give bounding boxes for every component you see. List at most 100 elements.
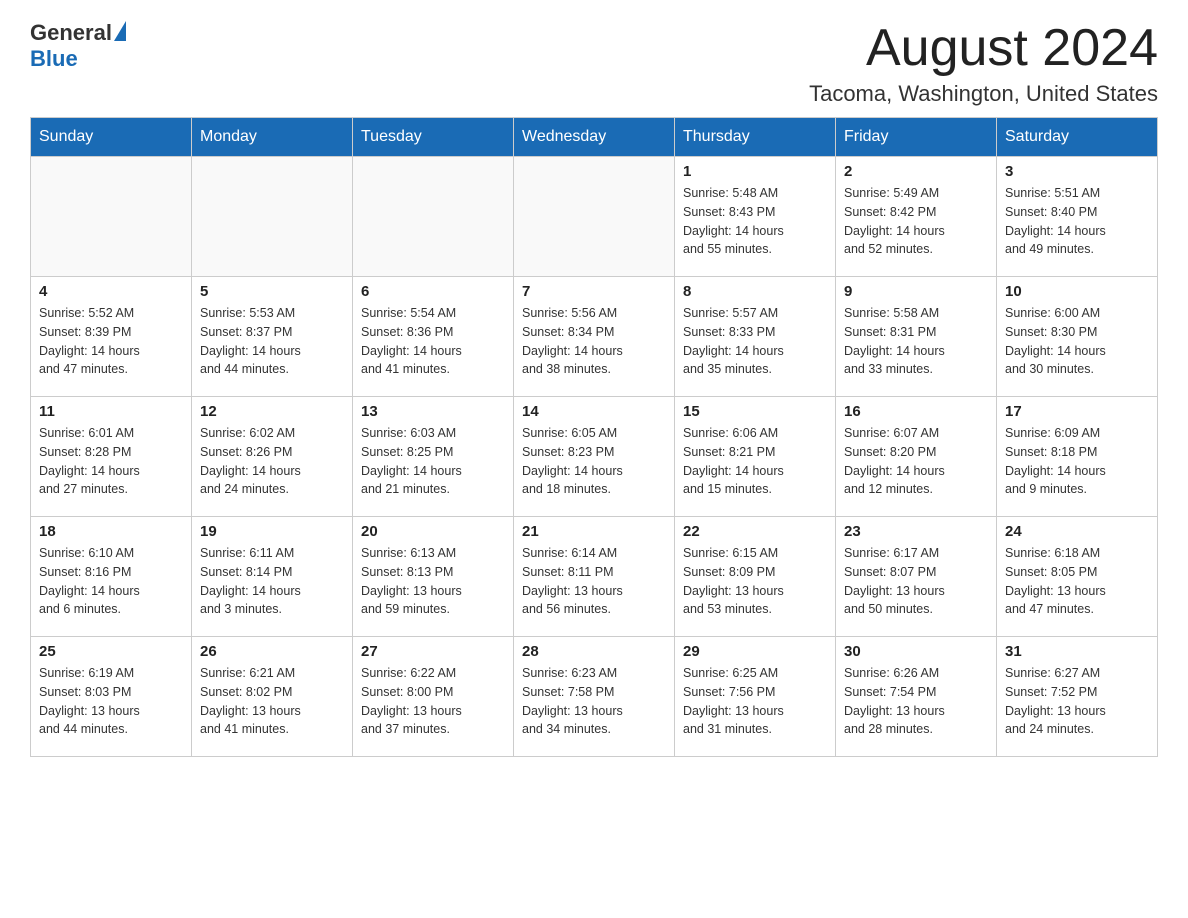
day-number: 29 bbox=[683, 643, 827, 660]
day-info: Sunrise: 5:49 AM Sunset: 8:42 PM Dayligh… bbox=[844, 184, 988, 259]
day-info: Sunrise: 6:17 AM Sunset: 8:07 PM Dayligh… bbox=[844, 544, 988, 619]
day-info: Sunrise: 6:06 AM Sunset: 8:21 PM Dayligh… bbox=[683, 424, 827, 499]
calendar-day-cell: 20 Sunrise: 6:13 AM Sunset: 8:13 PM Dayli… bbox=[353, 517, 514, 637]
calendar-day-cell: 16Sunrise: 6:07 AM Sunset: 8:20 PM Dayli… bbox=[836, 397, 997, 517]
logo-blue-text: Blue bbox=[30, 46, 78, 71]
day-info: Sunrise: 5:52 AM Sunset: 8:39 PM Dayligh… bbox=[39, 304, 183, 379]
logo-triangle-icon bbox=[114, 21, 126, 41]
calendar-week-row: 18Sunrise: 6:10 AM Sunset: 8:16 PM Dayli… bbox=[31, 517, 1158, 637]
calendar-day-cell: 30Sunrise: 6:26 AM Sunset: 7:54 PM Dayli… bbox=[836, 637, 997, 757]
day-info: Sunrise: 6:05 AM Sunset: 8:23 PM Dayligh… bbox=[522, 424, 666, 499]
calendar-day-cell: 24 Sunrise: 6:18 AM Sunset: 8:05 PM Dayli… bbox=[997, 517, 1158, 637]
day-number: 5 bbox=[200, 283, 344, 300]
logo: General Blue bbox=[30, 20, 126, 72]
day-number: 1 bbox=[683, 163, 827, 180]
day-number: 8 bbox=[683, 283, 827, 300]
calendar-day-cell: 4 Sunrise: 5:52 AM Sunset: 8:39 PM Daylig… bbox=[31, 277, 192, 397]
day-number: 24 bbox=[1005, 523, 1149, 540]
day-number: 26 bbox=[200, 643, 344, 660]
calendar-day-cell: 1 Sunrise: 5:48 AM Sunset: 8:43 PM Daylig… bbox=[675, 157, 836, 277]
day-info: Sunrise: 6:11 AM Sunset: 8:14 PM Dayligh… bbox=[200, 544, 344, 619]
day-info: Sunrise: 6:03 AM Sunset: 8:25 PM Dayligh… bbox=[361, 424, 505, 499]
day-number: 13 bbox=[361, 403, 505, 420]
day-info: Sunrise: 6:01 AM Sunset: 8:28 PM Dayligh… bbox=[39, 424, 183, 499]
calendar-day-cell: 22 Sunrise: 6:15 AM Sunset: 8:09 PM Dayli… bbox=[675, 517, 836, 637]
day-info: Sunrise: 6:18 AM Sunset: 8:05 PM Dayligh… bbox=[1005, 544, 1149, 619]
day-number: 16 bbox=[844, 403, 988, 420]
calendar-day-header: Friday bbox=[836, 118, 997, 157]
calendar-day-cell: 17Sunrise: 6:09 AM Sunset: 8:18 PM Dayli… bbox=[997, 397, 1158, 517]
day-number: 2 bbox=[844, 163, 988, 180]
day-number: 14 bbox=[522, 403, 666, 420]
day-number: 23 bbox=[844, 523, 988, 540]
day-info: Sunrise: 5:57 AM Sunset: 8:33 PM Dayligh… bbox=[683, 304, 827, 379]
calendar-day-header: Tuesday bbox=[353, 118, 514, 157]
calendar-day-header: Sunday bbox=[31, 118, 192, 157]
calendar-day-cell: 14 Sunrise: 6:05 AM Sunset: 8:23 PM Dayli… bbox=[514, 397, 675, 517]
day-info: Sunrise: 6:13 AM Sunset: 8:13 PM Dayligh… bbox=[361, 544, 505, 619]
calendar-day-cell: 23 Sunrise: 6:17 AM Sunset: 8:07 PM Dayli… bbox=[836, 517, 997, 637]
calendar-day-cell: 5 Sunrise: 5:53 AM Sunset: 8:37 PM Daylig… bbox=[192, 277, 353, 397]
day-number: 19 bbox=[200, 523, 344, 540]
calendar-day-header: Saturday bbox=[997, 118, 1158, 157]
day-number: 20 bbox=[361, 523, 505, 540]
day-info: Sunrise: 6:19 AM Sunset: 8:03 PM Dayligh… bbox=[39, 664, 183, 739]
calendar-day-cell: 21Sunrise: 6:14 AM Sunset: 8:11 PM Dayli… bbox=[514, 517, 675, 637]
calendar-week-row: 11 Sunrise: 6:01 AM Sunset: 8:28 PM Dayli… bbox=[31, 397, 1158, 517]
calendar-day-cell: 27 Sunrise: 6:22 AM Sunset: 8:00 PM Dayli… bbox=[353, 637, 514, 757]
day-info: Sunrise: 5:56 AM Sunset: 8:34 PM Dayligh… bbox=[522, 304, 666, 379]
calendar-day-cell: 13 Sunrise: 6:03 AM Sunset: 8:25 PM Dayli… bbox=[353, 397, 514, 517]
day-info: Sunrise: 6:25 AM Sunset: 7:56 PM Dayligh… bbox=[683, 664, 827, 739]
day-number: 30 bbox=[844, 643, 988, 660]
calendar-day-cell: 19 Sunrise: 6:11 AM Sunset: 8:14 PM Dayli… bbox=[192, 517, 353, 637]
day-number: 3 bbox=[1005, 163, 1149, 180]
calendar-day-cell: 3 Sunrise: 5:51 AM Sunset: 8:40 PM Daylig… bbox=[997, 157, 1158, 277]
day-number: 22 bbox=[683, 523, 827, 540]
day-number: 6 bbox=[361, 283, 505, 300]
month-title: August 2024 bbox=[809, 20, 1158, 77]
calendar-day-cell: 6 Sunrise: 5:54 AM Sunset: 8:36 PM Daylig… bbox=[353, 277, 514, 397]
day-info: Sunrise: 6:15 AM Sunset: 8:09 PM Dayligh… bbox=[683, 544, 827, 619]
day-info: Sunrise: 5:48 AM Sunset: 8:43 PM Dayligh… bbox=[683, 184, 827, 259]
day-number: 28 bbox=[522, 643, 666, 660]
calendar-day-cell: 9Sunrise: 5:58 AM Sunset: 8:31 PM Daylig… bbox=[836, 277, 997, 397]
logo-general-text: General bbox=[30, 20, 112, 46]
calendar-day-cell: 10Sunrise: 6:00 AM Sunset: 8:30 PM Dayli… bbox=[997, 277, 1158, 397]
calendar-day-header: Monday bbox=[192, 118, 353, 157]
calendar-day-cell bbox=[192, 157, 353, 277]
calendar-day-cell: 18Sunrise: 6:10 AM Sunset: 8:16 PM Dayli… bbox=[31, 517, 192, 637]
day-info: Sunrise: 6:02 AM Sunset: 8:26 PM Dayligh… bbox=[200, 424, 344, 499]
calendar-day-cell bbox=[514, 157, 675, 277]
day-number: 4 bbox=[39, 283, 183, 300]
day-number: 9 bbox=[844, 283, 988, 300]
day-number: 18 bbox=[39, 523, 183, 540]
day-info: Sunrise: 5:51 AM Sunset: 8:40 PM Dayligh… bbox=[1005, 184, 1149, 259]
location-title: Tacoma, Washington, United States bbox=[809, 81, 1158, 107]
day-info: Sunrise: 5:53 AM Sunset: 8:37 PM Dayligh… bbox=[200, 304, 344, 379]
calendar-day-cell: 26 Sunrise: 6:21 AM Sunset: 8:02 PM Dayli… bbox=[192, 637, 353, 757]
day-number: 31 bbox=[1005, 643, 1149, 660]
day-info: Sunrise: 6:21 AM Sunset: 8:02 PM Dayligh… bbox=[200, 664, 344, 739]
calendar-table: SundayMondayTuesdayWednesdayThursdayFrid… bbox=[30, 117, 1158, 757]
calendar-day-cell: 7Sunrise: 5:56 AM Sunset: 8:34 PM Daylig… bbox=[514, 277, 675, 397]
day-info: Sunrise: 6:27 AM Sunset: 7:52 PM Dayligh… bbox=[1005, 664, 1149, 739]
day-info: Sunrise: 6:22 AM Sunset: 8:00 PM Dayligh… bbox=[361, 664, 505, 739]
day-number: 17 bbox=[1005, 403, 1149, 420]
day-info: Sunrise: 6:23 AM Sunset: 7:58 PM Dayligh… bbox=[522, 664, 666, 739]
calendar-day-cell bbox=[353, 157, 514, 277]
calendar-day-header: Thursday bbox=[675, 118, 836, 157]
day-number: 11 bbox=[39, 403, 183, 420]
day-number: 12 bbox=[200, 403, 344, 420]
calendar-day-cell: 15Sunrise: 6:06 AM Sunset: 8:21 PM Dayli… bbox=[675, 397, 836, 517]
calendar-day-cell: 8 Sunrise: 5:57 AM Sunset: 8:33 PM Daylig… bbox=[675, 277, 836, 397]
calendar-day-cell bbox=[31, 157, 192, 277]
day-info: Sunrise: 5:54 AM Sunset: 8:36 PM Dayligh… bbox=[361, 304, 505, 379]
title-section: August 2024 Tacoma, Washington, United S… bbox=[809, 20, 1158, 107]
calendar-day-cell: 11 Sunrise: 6:01 AM Sunset: 8:28 PM Dayli… bbox=[31, 397, 192, 517]
calendar-day-cell: 29 Sunrise: 6:25 AM Sunset: 7:56 PM Dayli… bbox=[675, 637, 836, 757]
calendar-week-row: 4 Sunrise: 5:52 AM Sunset: 8:39 PM Daylig… bbox=[31, 277, 1158, 397]
day-number: 21 bbox=[522, 523, 666, 540]
calendar-day-cell: 25Sunrise: 6:19 AM Sunset: 8:03 PM Dayli… bbox=[31, 637, 192, 757]
day-number: 27 bbox=[361, 643, 505, 660]
day-info: Sunrise: 6:00 AM Sunset: 8:30 PM Dayligh… bbox=[1005, 304, 1149, 379]
